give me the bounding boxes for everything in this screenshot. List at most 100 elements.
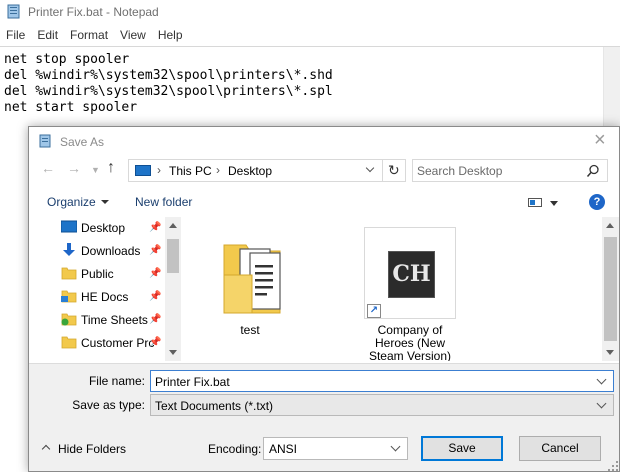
refresh-icon[interactable]: ↻ (388, 162, 400, 179)
nav-item-label: Desktop (81, 221, 126, 235)
nav-item-time-sheets[interactable]: Time Sheets 📌 (47, 309, 165, 331)
this-pc-icon (135, 165, 151, 176)
change-view-icon[interactable] (528, 198, 542, 207)
scroll-down-arrow-icon[interactable] (606, 350, 614, 355)
notepad-icon (39, 134, 51, 148)
nav-item-downloads[interactable]: Downloads 📌 (47, 240, 165, 262)
pin-icon[interactable]: 📌 (149, 268, 161, 279)
text-line: del %windir%\system32\spool\printers\*.s… (4, 68, 333, 83)
menu-view[interactable]: View (119, 28, 147, 42)
chevron-down-icon[interactable] (596, 374, 607, 385)
folder-icon (61, 336, 77, 349)
save-as-type-label: Save as type: (72, 398, 145, 412)
organize-label: Organize (47, 195, 96, 209)
encoding-select[interactable]: ANSI (263, 437, 408, 460)
file-pane-scrollbar[interactable] (602, 217, 619, 361)
search-box[interactable] (412, 159, 608, 182)
close-icon[interactable]: × (594, 129, 606, 151)
nav-item-label: Customer Prc (81, 336, 155, 350)
save-as-type-value: Text Documents (*.txt) (155, 399, 274, 413)
nav-item-label: Downloads (81, 244, 141, 258)
file-item-test[interactable]: test (202, 227, 298, 361)
file-list-pane: test CH ↗ Company of Heroes (New Steam V… (182, 217, 602, 361)
breadcrumb-desktop[interactable]: Desktop (228, 164, 272, 178)
dialog-title: Save As (60, 135, 105, 149)
view-options-caret-icon[interactable] (550, 201, 558, 206)
pin-icon[interactable]: 📌 (149, 222, 161, 233)
notepad-icon (7, 4, 20, 19)
pin-icon[interactable]: 📌 (149, 291, 161, 302)
forward-arrow-icon[interactable]: → (67, 160, 81, 176)
scroll-down-arrow-icon[interactable] (169, 350, 177, 355)
synced-folder-icon (61, 313, 77, 326)
navigation-pane: Desktop 📌 Downloads 📌 Public 📌 HE Docs 📌… (47, 217, 179, 361)
help-icon[interactable]: ? (589, 194, 605, 210)
pin-icon[interactable]: 📌 (149, 314, 161, 325)
scroll-thumb[interactable] (604, 237, 617, 341)
file-item-company-of-heroes[interactable]: CH ↗ Company of Heroes (New Steam Versio… (362, 227, 458, 361)
menu-format[interactable]: Format (69, 28, 109, 42)
pin-icon[interactable]: 📌 (149, 337, 161, 348)
file-name-label: File name: (88, 374, 145, 388)
resize-grip-icon[interactable] (607, 460, 619, 472)
recent-locations-chevron-icon[interactable]: ▼ (91, 165, 100, 175)
shortcut-thumbnail: CH ↗ (364, 227, 456, 319)
encoding-value: ANSI (269, 442, 298, 456)
new-folder-button[interactable]: New folder (135, 195, 192, 209)
file-name-label: test (240, 323, 260, 337)
scroll-up-arrow-icon[interactable] (169, 223, 177, 228)
save-as-type-select[interactable]: Text Documents (*.txt) (150, 394, 614, 416)
nav-item-public[interactable]: Public 📌 (47, 263, 165, 285)
menu-help[interactable]: Help (157, 28, 184, 42)
notepad-menu-bar: File Edit Format View Help (0, 25, 620, 45)
file-name-input[interactable] (155, 374, 585, 389)
command-toolbar: Organize New folder ? (29, 189, 619, 215)
save-form: File name: Save as type: Text Documents … (29, 363, 619, 472)
nav-item-customer-prc[interactable]: Customer Prc 📌 (47, 332, 165, 354)
save-button[interactable]: Save (421, 436, 503, 461)
menu-edit[interactable]: Edit (36, 28, 59, 42)
file-name-label: Steam Version) (368, 349, 452, 362)
breadcrumb-separator-icon[interactable]: › (216, 163, 220, 177)
nav-item-label: Time Sheets (81, 313, 148, 327)
back-arrow-icon[interactable]: ← (41, 160, 55, 176)
text-line: net start spooler (4, 100, 138, 115)
breadcrumb-this-pc[interactable]: This PC (169, 164, 212, 178)
hide-folders-label: Hide Folders (58, 442, 127, 456)
chevron-down-icon[interactable] (390, 441, 401, 452)
shortcut-arrow-icon: ↗ (367, 304, 381, 318)
pin-icon[interactable]: 📌 (149, 245, 161, 256)
scroll-up-arrow-icon[interactable] (606, 223, 614, 228)
address-divider (382, 160, 383, 181)
cancel-button[interactable]: Cancel (519, 436, 601, 461)
nav-item-label: HE Docs (81, 290, 129, 304)
breadcrumb-separator-icon[interactable]: › (157, 163, 161, 177)
dialog-title-bar: Save As × (29, 127, 619, 155)
navigation-bar: ← → ▼ ↑ › This PC › Desktop ↻ (29, 156, 619, 186)
up-arrow-icon[interactable]: ↑ (107, 159, 115, 177)
chevron-up-icon (41, 444, 51, 454)
search-icon[interactable] (586, 164, 600, 178)
search-input[interactable] (417, 163, 577, 178)
file-name-combobox[interactable] (150, 370, 614, 392)
menu-file[interactable]: File (5, 28, 26, 42)
folder-icon (61, 267, 77, 280)
chevron-down-icon[interactable] (596, 398, 607, 409)
nav-item-he-docs[interactable]: HE Docs 📌 (47, 286, 165, 308)
nav-item-desktop[interactable]: Desktop 📌 (47, 217, 165, 239)
desktop-icon (61, 220, 77, 233)
documents-folder-icon (223, 244, 281, 314)
text-line: net stop spooler (4, 52, 130, 67)
encoding-label: Encoding: (208, 442, 262, 456)
address-bar[interactable]: › This PC › Desktop ↻ (128, 159, 406, 182)
save-as-dialog: Save As × ← → ▼ ↑ › This PC › Desktop ↻ … (28, 126, 620, 472)
network-folder-icon (61, 290, 77, 303)
download-arrow-icon (63, 243, 75, 256)
organize-button[interactable]: Organize (47, 195, 109, 209)
nav-pane-scrollbar[interactable] (165, 217, 181, 361)
notepad-window-title: Printer Fix.bat - Notepad (28, 5, 159, 19)
address-dropdown-chevron-icon[interactable] (365, 163, 375, 173)
text-line: del %windir%\system32\spool\printers\*.s… (4, 84, 333, 99)
game-shortcut-icon: CH (388, 251, 435, 298)
scroll-thumb[interactable] (167, 239, 179, 273)
